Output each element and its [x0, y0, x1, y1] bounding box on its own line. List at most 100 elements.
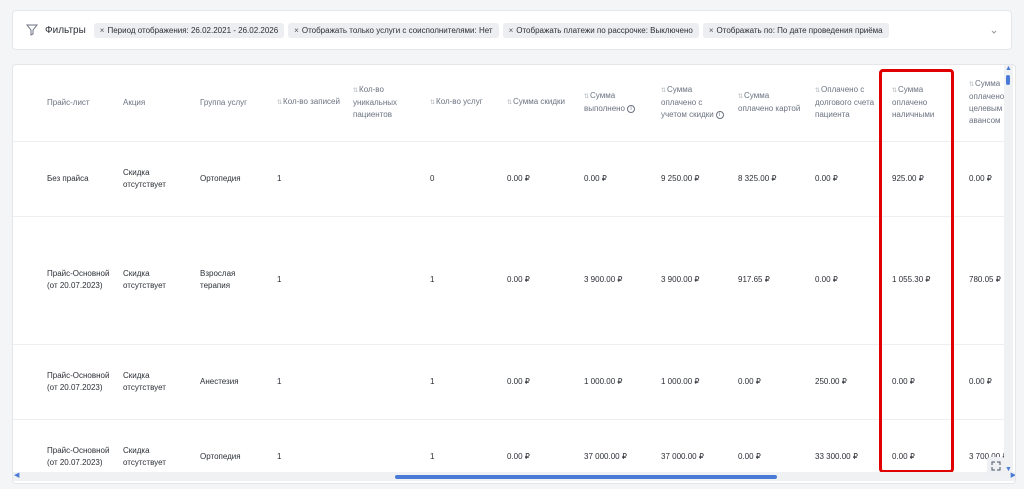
cell-paid-card: 0.00 ₽	[728, 344, 805, 420]
report-table: Прайс-лист Акция Группа услуг ⇅ Кол-во за…	[13, 65, 1005, 473]
sort-icon[interactable]: ⇅	[353, 88, 358, 94]
cell-promotion: Скидка отсутствует	[113, 419, 190, 473]
table-header-row: Прайс-лист Акция Группа услуг ⇅ Кол-во за…	[13, 65, 1005, 142]
vertical-scrollbar[interactable]: ▲ ▼	[1004, 65, 1013, 473]
remove-chip-icon[interactable]: ×	[509, 26, 514, 35]
table-row: Прайс-Основной (от 20.07.2023) Скидка от…	[13, 419, 1005, 473]
cell-paid-cash: 1 055.30 ₽	[882, 216, 959, 345]
cell-paid-debt-account: 33 300.00 ₽	[805, 419, 882, 473]
cell-paid-debt-account: 0.00 ₽	[805, 141, 882, 217]
cell-records-count: 1	[267, 419, 343, 473]
sort-icon[interactable]: ⇅	[430, 100, 435, 106]
table-row: Прайс-Основной (от 20.07.2023) Скидка от…	[13, 344, 1005, 420]
cell-service-group: Ортопедия	[190, 141, 267, 217]
cell-discount-sum: 0.00 ₽	[497, 419, 574, 473]
cell-service-group: Ортопедия	[190, 419, 267, 473]
report-table-viewport[interactable]: Прайс-лист Акция Группа услуг ⇅ Кол-во за…	[13, 65, 1005, 473]
cell-paid-card: 8 325.00 ₽	[728, 141, 805, 217]
filters-title[interactable]: Фильтры	[45, 25, 86, 36]
cell-paid-advance: 0.00 ₽	[959, 344, 1005, 420]
sort-icon[interactable]: ⇅	[661, 88, 666, 94]
cell-paid-debt-account: 0.00 ₽	[805, 216, 882, 345]
cell-unique-patients	[343, 141, 420, 217]
remove-chip-icon[interactable]: ×	[100, 26, 105, 35]
cell-discount-sum: 0.00 ₽	[497, 141, 574, 217]
cell-service-group: Взрослая терапия	[190, 216, 267, 345]
cell-paid-with-discount: 3 900.00 ₽	[651, 216, 728, 345]
cell-records-count: 1	[267, 216, 343, 345]
col-header-price-list[interactable]: Прайс-лист	[37, 65, 113, 142]
cell-paid-card: 917.65 ₽	[728, 216, 805, 345]
cell-price-list: Прайс-Основной (от 20.07.2023)	[37, 419, 113, 473]
scroll-left-icon[interactable]: ◀	[14, 471, 19, 479]
cell-price-list: Без прайса	[37, 141, 113, 217]
filter-chip-installments[interactable]: × Отображать платежи по рассрочке: Выключ…	[502, 22, 699, 38]
cell-completed-sum: 0.00 ₽	[574, 141, 651, 217]
cell-services-count: 1	[420, 419, 497, 473]
col-header-services-count[interactable]: ⇅ Кол-во услуг	[420, 65, 497, 142]
info-icon[interactable]: i	[715, 111, 724, 120]
vertical-scroll-thumb[interactable]	[1006, 75, 1010, 85]
cell-unique-patients	[343, 344, 420, 420]
filters-bar: Фильтры × Период отображения: 26.02.2021 …	[12, 10, 1012, 50]
sort-icon[interactable]: ⇅	[277, 100, 282, 106]
col-header-completed-sum[interactable]: ⇅ Сумма выполнено i	[574, 65, 651, 142]
remove-chip-icon[interactable]: ×	[709, 26, 714, 35]
cell-promotion: Скидка отсутствует	[113, 344, 190, 420]
sort-icon[interactable]: ⇅	[738, 94, 743, 100]
cell-paid-cash: 925.00 ₽	[882, 141, 959, 217]
table-row: Без прайса Скидка отсутствует Ортопедия …	[13, 141, 1005, 217]
cell-completed-sum: 3 900.00 ₽	[574, 216, 651, 345]
fullscreen-icon[interactable]	[987, 457, 1005, 475]
col-header-unique-patients[interactable]: ⇅ Кол-во уникальных пациентов	[343, 65, 420, 142]
cell-services-count: 1	[420, 216, 497, 345]
cell-paid-advance: 0.00 ₽	[959, 141, 1005, 217]
sort-icon[interactable]: ⇅	[892, 88, 897, 94]
cell-unique-patients	[343, 419, 420, 473]
sort-icon[interactable]: ⇅	[815, 88, 820, 94]
horizontal-scroll-thumb[interactable]	[395, 475, 777, 479]
sort-icon[interactable]: ⇅	[584, 94, 589, 100]
sort-icon[interactable]: ⇅	[507, 100, 512, 106]
cell-discount-sum: 0.00 ₽	[497, 216, 574, 345]
cell-completed-sum: 37 000.00 ₽	[574, 419, 651, 473]
cell-records-count: 1	[267, 344, 343, 420]
filter-chip-coexecutors[interactable]: × Отображать только услуги с соисполнител…	[288, 22, 499, 38]
col-header-paid-advance[interactable]: ⇅ Сумма оплачено целевым авансом	[959, 65, 1005, 142]
col-header-service-group[interactable]: Группа услуг	[190, 65, 267, 142]
col-header-paid-cash[interactable]: ⇅ Сумма оплачено наличными	[882, 65, 959, 142]
cell-paid-card: 0.00 ₽	[728, 419, 805, 473]
cell-paid-cash: 0.00 ₽	[882, 344, 959, 420]
cell-discount-sum: 0.00 ₽	[497, 344, 574, 420]
remove-chip-icon[interactable]: ×	[294, 26, 299, 35]
filter-chip-display-by[interactable]: × Отображать по: По дате проведения приём…	[702, 22, 889, 38]
cell-paid-debt-account: 250.00 ₽	[805, 344, 882, 420]
cell-service-group: Анестезия	[190, 344, 267, 420]
col-header-promotion[interactable]: Акция	[113, 65, 190, 142]
cell-records-count: 1	[267, 141, 343, 217]
cell-price-list: Прайс-Основной (от 20.07.2023)	[37, 216, 113, 345]
cell-paid-with-discount: 1 000.00 ₽	[651, 344, 728, 420]
chevron-down-icon[interactable]	[989, 24, 999, 34]
col-header-paid-debt-account[interactable]: ⇅ Оплачено с долгового счета пациента	[805, 65, 882, 142]
col-header-paid-with-discount[interactable]: ⇅ Сумма оплачено с учетом скидки i	[651, 65, 728, 142]
scroll-up-icon[interactable]: ▲	[1005, 65, 1012, 72]
cell-promotion: Скидка отсутствует	[113, 141, 190, 217]
scroll-right-icon[interactable]: ▶	[1011, 471, 1015, 479]
cell-completed-sum: 1 000.00 ₽	[574, 344, 651, 420]
cell-paid-cash: 0.00 ₽	[882, 419, 959, 473]
col-header-records-count[interactable]: ⇅ Кол-во записей	[267, 65, 343, 142]
cell-services-count: 0	[420, 141, 497, 217]
cell-paid-advance: 780.05 ₽	[959, 216, 1005, 345]
col-header-discount-sum[interactable]: ⇅ Сумма скидки	[497, 65, 574, 142]
cell-services-count: 1	[420, 344, 497, 420]
sort-icon[interactable]: ⇅	[969, 82, 974, 88]
filter-icon[interactable]	[25, 23, 39, 37]
cell-paid-with-discount: 9 250.00 ₽	[651, 141, 728, 217]
filter-chip-period[interactable]: × Период отображения: 26.02.2021 - 26.02.…	[93, 22, 285, 38]
info-icon[interactable]: i	[627, 105, 636, 114]
col-header-paid-card[interactable]: ⇅ Сумма оплачено картой	[728, 65, 805, 142]
horizontal-scrollbar[interactable]: ◀ ▶	[13, 471, 1015, 481]
cell-unique-patients	[343, 216, 420, 345]
cell-paid-with-discount: 37 000.00 ₽	[651, 419, 728, 473]
